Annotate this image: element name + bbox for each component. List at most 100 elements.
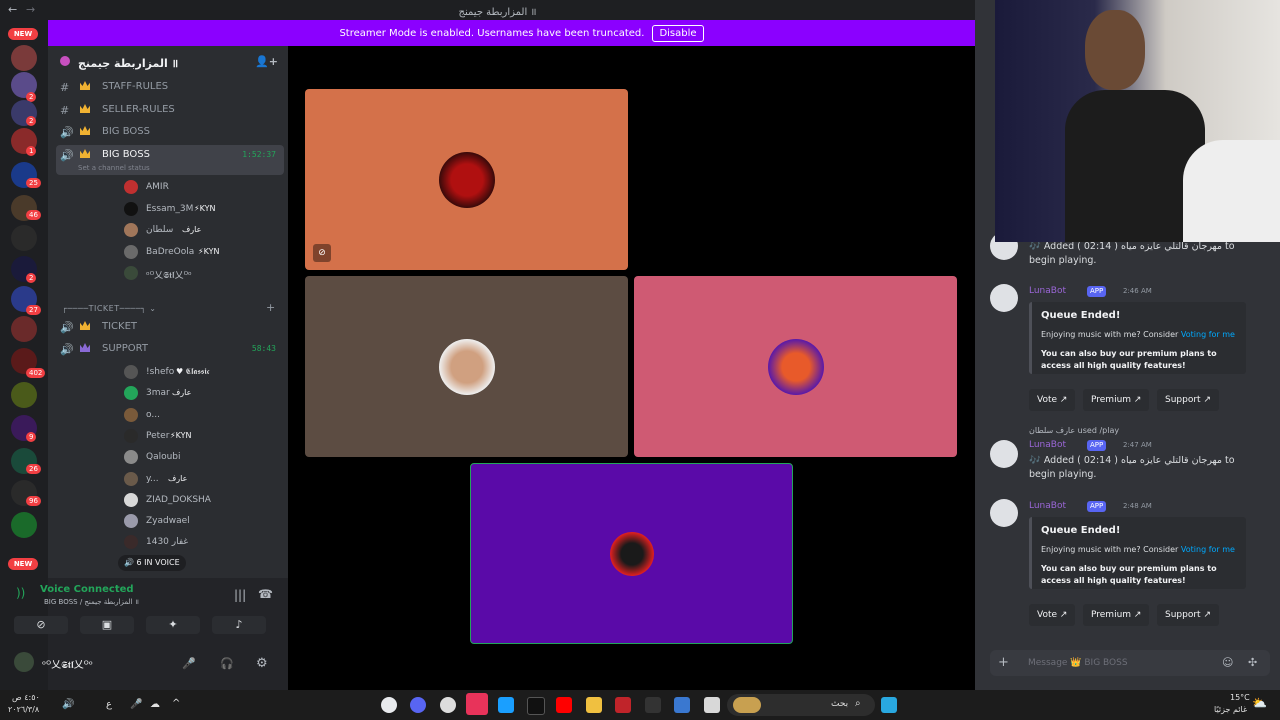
speaker-icon: 🔊 [124,558,137,567]
in-voice-pill[interactable]: 🔊 6 IN VOICE [118,555,186,571]
search-box[interactable]: بحث ⌕ [727,694,875,716]
tiktok-studio-icon[interactable] [466,693,488,715]
tiktok-icon[interactable] [527,697,545,715]
emoji-icon[interactable]: ☺ [1222,656,1233,669]
tray-chevron-icon[interactable]: ^ [172,698,180,709]
timestamp: 2:46 AM [1123,287,1152,295]
channel-status[interactable]: Set a channel status [78,164,150,172]
youtube-icon[interactable] [556,697,572,713]
disconnect-icon[interactable]: ☎ [258,587,273,601]
invite-icon[interactable]: 👤+ [255,55,278,68]
folder-icon[interactable] [586,697,602,713]
avatar [438,151,495,208]
participant-tile[interactable] [305,276,628,457]
screen-share-button[interactable]: ▣ [80,616,134,634]
voice-channel-path[interactable]: BIG BOSS / المزاربطة جيمنج ॥ [44,598,139,607]
attach-plus-icon[interactable]: + [998,655,1009,670]
discord-icon[interactable] [410,697,426,713]
text-channel-icon: # [60,104,70,117]
app-icon[interactable] [440,697,456,713]
microphone-icon[interactable]: 🎤 [182,657,196,670]
user-tag: ⚡KYN [194,204,216,213]
camera-button[interactable]: ⊘ [14,616,68,634]
muted-mic-icon: ⊘ [313,244,331,262]
channel-staff-rules[interactable]: # STAFF-RULES [56,77,284,97]
username: Peter [146,431,170,441]
soundboard-icon: ♪ [235,618,243,631]
message-input[interactable]: + Message 👑 BIG BOSS ☺ ✣ [990,650,1270,676]
premium-button[interactable]: Premium ↗ [1083,604,1150,626]
server-icon[interactable] [11,316,37,342]
app-badge: APP [1087,501,1107,512]
premium-button[interactable]: Premium ↗ [1083,389,1150,411]
avatar [124,472,138,486]
vote-button[interactable]: Vote ↗ [1029,389,1076,411]
server-icon[interactable] [11,382,37,408]
command-used-line: عارف سلطان used /play [1029,426,1120,435]
channel-emoji-icon [80,343,90,352]
headphones-icon[interactable]: 🎧 [220,657,234,670]
vote-link[interactable]: Voting for me [1181,545,1235,554]
store-icon[interactable] [674,697,690,713]
channel-ticket[interactable]: 🔊 TICKET [56,317,284,337]
bot-name[interactable]: LunaBot [1029,286,1066,296]
windows-start-icon[interactable] [881,697,897,713]
server-icon[interactable] [11,512,37,538]
avatar [438,338,495,395]
channel-seller-rules[interactable]: # SELLER-RULES [56,100,284,120]
window-titlebar: ← → المزاربطة جيمنج ॥ [0,0,995,20]
app-badge: APP [1087,286,1107,297]
task-view-icon[interactable] [704,697,720,713]
voice-stage: ⊘ [288,46,974,690]
cloud-tray-icon[interactable]: ☁ [150,699,160,710]
clock-date: ٢٠٢٦/٣/٨ [8,705,40,714]
avatar [124,535,138,549]
server-header[interactable]: المزاربطة جيمنج ॥ 👤+ [48,46,288,78]
channel-big-boss-active[interactable]: 🔊 BIG BOSS 1:52:37 Set a channel status [56,145,284,175]
username: o... [146,410,160,420]
noise-suppression-icon[interactable]: ||| [234,588,246,602]
user-tag: عارف [172,388,192,397]
volume-icon[interactable]: 🔊 [62,699,74,710]
mic-tray-icon[interactable]: 🎤 [130,699,142,710]
crown-icon [80,104,90,113]
steam-icon[interactable] [498,697,514,713]
avatar [124,386,138,400]
vote-button[interactable]: Vote ↗ [1029,604,1076,626]
category-ticket[interactable]: ┌────TICKET────┐ ⌄ [62,304,156,313]
chrome-icon[interactable] [381,697,397,713]
server-icon[interactable] [11,225,37,251]
settings-gear-icon[interactable]: ⚙ [256,656,268,671]
language-indicator[interactable]: ع [106,699,112,710]
support-button[interactable]: Support ↗ [1157,389,1219,411]
participant-tile-speaking[interactable] [470,463,793,644]
username: y... [146,474,159,484]
epic-games-icon[interactable] [645,697,661,713]
voice-channel-icon: 🔊 [60,321,74,334]
voice-timer: 58:43 [251,344,276,353]
user-tag: ⚡KYN [198,247,220,256]
apps-icon[interactable]: ✣ [1248,656,1257,669]
participant-tile[interactable]: ⊘ [305,89,628,270]
new-badge: NEW [8,558,38,570]
channel-big-boss[interactable]: 🔊 BIG BOSS [56,122,284,142]
avatar[interactable] [14,652,34,672]
channel-support[interactable]: 🔊 SUPPORT 58:43 [56,339,284,359]
crown-icon [80,149,90,158]
server-icon[interactable] [11,45,37,71]
vote-link[interactable]: Voting for me [1181,330,1235,339]
voice-status[interactable]: Voice Connected [40,584,134,595]
adobe-icon[interactable] [615,697,631,713]
bot-name[interactable]: LunaBot [1029,440,1066,450]
mention-badge: 26 [26,464,41,474]
bot-name[interactable]: LunaBot [1029,501,1066,511]
add-channel-icon[interactable]: + [266,301,275,314]
window-title: المزاربطة جيمنج ॥ [458,7,537,18]
activities-button[interactable]: ✦ [146,616,200,634]
weather-icon[interactable]: ⛅ [1252,696,1267,710]
support-button[interactable]: Support ↗ [1157,604,1219,626]
participant-tile[interactable] [634,276,957,457]
disable-button[interactable]: Disable [652,24,704,42]
avatar [124,180,138,194]
soundboard-button[interactable]: ♪ [212,616,266,634]
